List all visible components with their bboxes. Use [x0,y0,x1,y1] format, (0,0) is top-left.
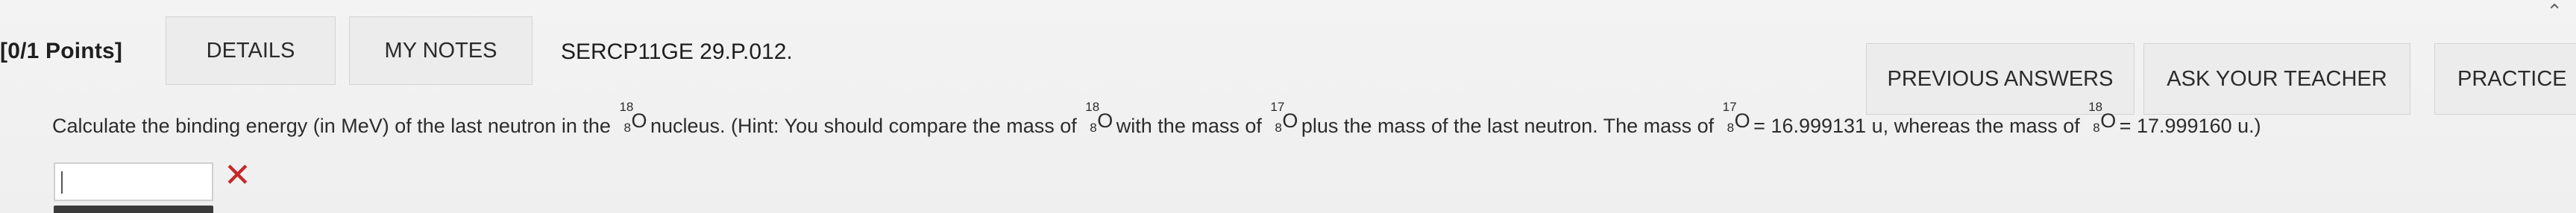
nuclide-symbol: 17 8 O [1270,100,1298,135]
question-panel: ⌃ [0/1 Points] DETAILS MY NOTES SERCP11G… [0,0,2576,213]
my-notes-button[interactable]: MY NOTES [349,16,533,85]
atomic-number: 8 [623,121,631,135]
enter-number-tooltip [54,206,213,213]
atomic-number: 8 [1090,121,1097,135]
problem-text: Calculate the binding energy (in MeV) of… [52,115,617,137]
points-label: [0/1 Points] [0,39,123,63]
problem-id: SERCP11GE 29.P.012. [561,39,793,64]
atomic-number: 8 [1727,121,1735,135]
element-symbol: O [1282,109,1298,132]
problem-text: = 17.999160 u.) [2114,115,2261,137]
problem-text: plus the mass of the last neutron. The m… [1295,115,1720,137]
text-cursor [61,171,63,194]
practice-button[interactable]: PRACTICE [2434,43,2576,115]
nuclide-symbol: 17 8 O [1723,100,1750,135]
problem-text: = 16.999131 u, whereas the mass of [1747,115,2086,137]
element-symbol: O [1097,109,1113,132]
element-symbol: O [1734,109,1750,132]
problem-text: with the mass of [1110,115,1268,137]
nuclide-symbol: 18 8 O [1085,100,1113,135]
element-symbol: O [2100,109,2117,132]
problem-text: nucleus. (Hint: You should compare the m… [644,115,1083,137]
nuclide-symbol: 18 8 O [619,100,647,135]
nuclide-symbol: 18 8 O [2088,100,2116,135]
answer-input[interactable] [54,162,213,201]
collapse-icon[interactable]: ⌃ [2546,0,2563,23]
atomic-number: 8 [1275,121,1282,135]
ask-teacher-button[interactable]: ASK YOUR TEACHER [2143,43,2410,115]
details-button[interactable]: DETAILS [166,16,336,85]
atomic-number: 8 [2093,121,2100,135]
x-icon: ✕ [224,157,251,194]
problem-statement: Calculate the binding energy (in MeV) of… [52,100,2261,138]
element-symbol: O [631,109,647,132]
